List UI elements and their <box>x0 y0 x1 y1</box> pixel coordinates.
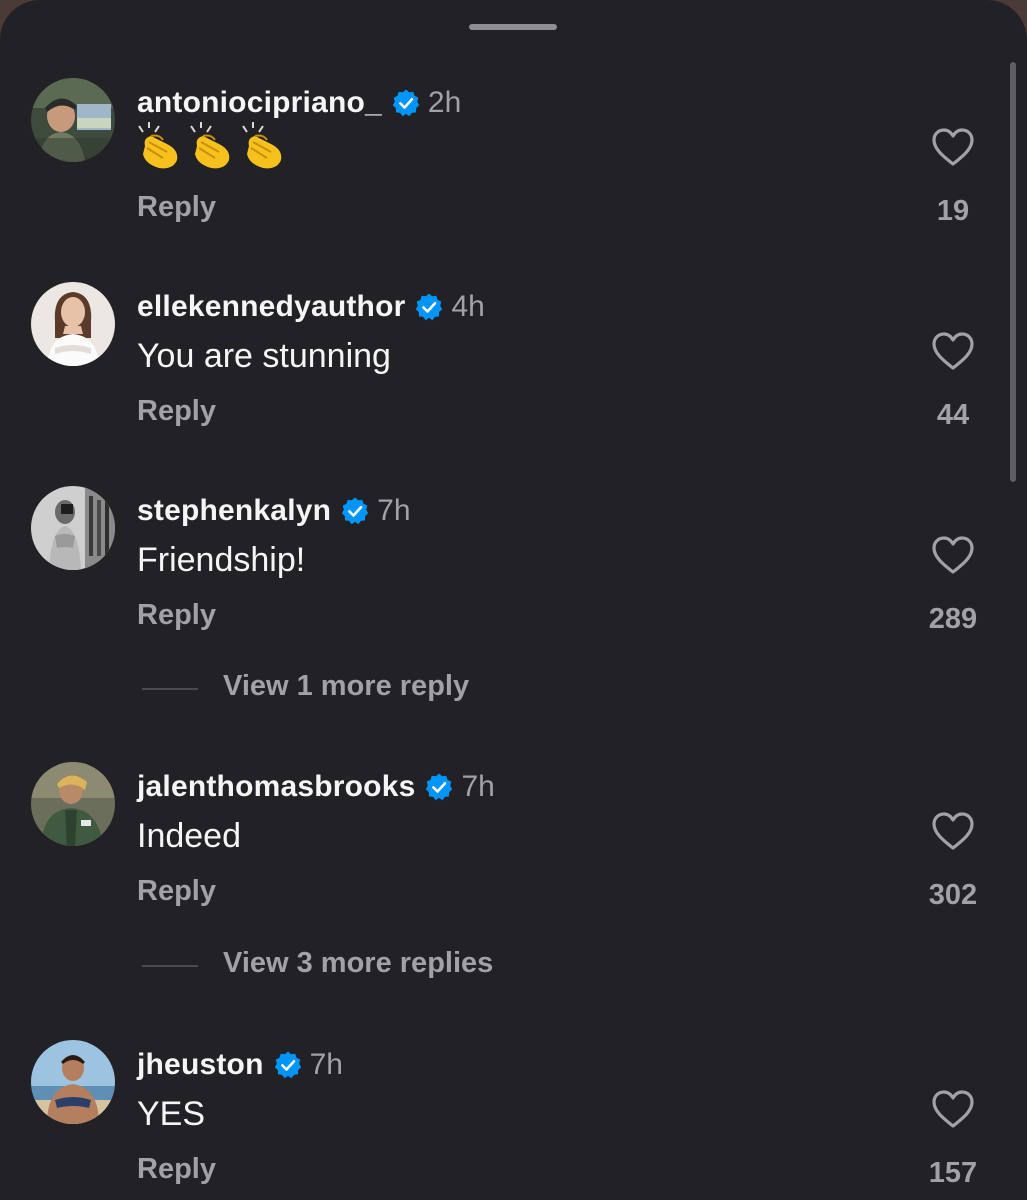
clapping-hands-icon <box>138 122 282 169</box>
username[interactable]: antoniocipriano_ <box>137 86 382 120</box>
avatar[interactable] <box>31 1040 115 1124</box>
verified-badge-icon <box>414 292 444 322</box>
comment-header: jheuston 7h <box>137 1045 343 1085</box>
timestamp: 2h <box>427 86 462 119</box>
comment-text: You are stunning <box>137 337 391 375</box>
avatar[interactable] <box>31 282 115 366</box>
username[interactable]: jheuston <box>137 1048 264 1082</box>
avatar-man-beach-icon <box>31 1040 115 1124</box>
reply-button[interactable]: Reply <box>137 191 216 224</box>
timestamp: 7h <box>461 770 495 803</box>
like-count: 19 <box>936 195 970 227</box>
comment-header: jalenthomasbrooks 7h <box>137 767 495 807</box>
timestamp: 7h <box>377 494 411 527</box>
avatar[interactable] <box>31 762 115 846</box>
scrollbar[interactable] <box>1010 62 1016 482</box>
username[interactable]: jalenthomasbrooks <box>137 770 415 804</box>
avatar-woman-white-top-icon <box>31 282 115 366</box>
comment-header: ellekennedyauthor 4h <box>137 287 485 327</box>
comment-header: antoniocipriano_ 2h <box>137 83 461 123</box>
reply-button[interactable]: Reply <box>137 1153 216 1186</box>
comments-sheet: antoniocipriano_ 2h Reply 19 ellekennedy… <box>0 0 1027 1200</box>
reply-button[interactable]: Reply <box>137 395 216 428</box>
comment-header: stephenkalyn 7h <box>137 491 411 531</box>
heart-outline-icon[interactable] <box>931 535 975 575</box>
comment-text: Friendship! <box>137 541 306 579</box>
verified-badge-icon <box>340 496 370 526</box>
username[interactable]: stephenkalyn <box>137 494 331 528</box>
avatar[interactable] <box>31 486 115 570</box>
heart-outline-icon[interactable] <box>931 127 975 167</box>
avatar-mirror-selfie-bw-icon <box>31 486 115 570</box>
timestamp: 4h <box>451 290 485 323</box>
like-count: 302 <box>928 879 978 911</box>
heart-outline-icon[interactable] <box>931 811 975 851</box>
verified-badge-icon <box>273 1050 303 1080</box>
like-count: 289 <box>928 603 978 635</box>
avatar-man-green-jacket-icon <box>31 762 115 846</box>
sheet-grabber-handle[interactable] <box>469 24 557 30</box>
thread-divider <box>142 688 198 690</box>
like-count: 157 <box>928 1157 978 1189</box>
heart-outline-icon[interactable] <box>931 331 975 371</box>
thread-divider <box>142 965 198 967</box>
username[interactable]: ellekennedyauthor <box>137 290 405 324</box>
comment-text: Indeed <box>137 817 241 855</box>
view-more-replies-label: View 1 more reply <box>223 670 470 702</box>
comment-text <box>137 122 287 170</box>
view-more-replies-button[interactable]: View 3 more replies <box>0 945 1027 985</box>
verified-badge-icon <box>391 88 421 118</box>
avatar[interactable] <box>31 78 115 162</box>
comment-text: YES <box>137 1095 206 1133</box>
view-more-replies-button[interactable]: View 1 more reply <box>0 668 1027 708</box>
view-more-replies-label: View 3 more replies <box>223 947 494 979</box>
timestamp: 7h <box>309 1048 343 1081</box>
avatar-man-in-car-icon <box>31 78 115 162</box>
verified-badge-icon <box>424 772 454 802</box>
heart-outline-icon[interactable] <box>931 1089 975 1129</box>
reply-button[interactable]: Reply <box>137 875 216 908</box>
reply-button[interactable]: Reply <box>137 599 216 632</box>
like-count: 44 <box>936 399 970 431</box>
